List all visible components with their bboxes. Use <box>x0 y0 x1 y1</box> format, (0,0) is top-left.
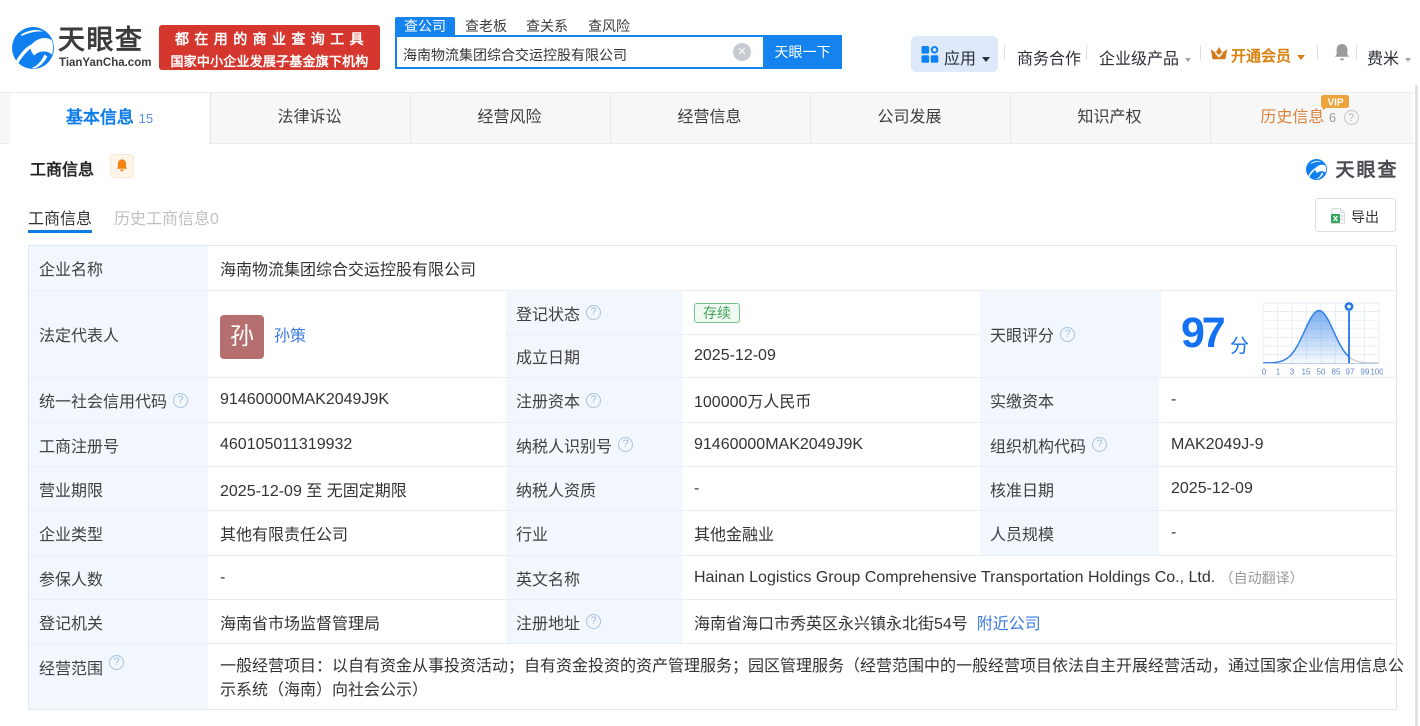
svg-text:1: 1 <box>1276 368 1281 377</box>
svg-text:99: 99 <box>1361 368 1370 377</box>
svg-text:85: 85 <box>1332 368 1341 377</box>
svg-text:50: 50 <box>1317 368 1326 377</box>
svg-text:100: 100 <box>1370 368 1383 377</box>
svg-text:15: 15 <box>1302 368 1311 377</box>
svg-text:0: 0 <box>1262 368 1267 377</box>
svg-text:97: 97 <box>1346 368 1355 377</box>
svg-text:VIP: VIP <box>1327 98 1343 109</box>
svg-text:3: 3 <box>1290 368 1295 377</box>
